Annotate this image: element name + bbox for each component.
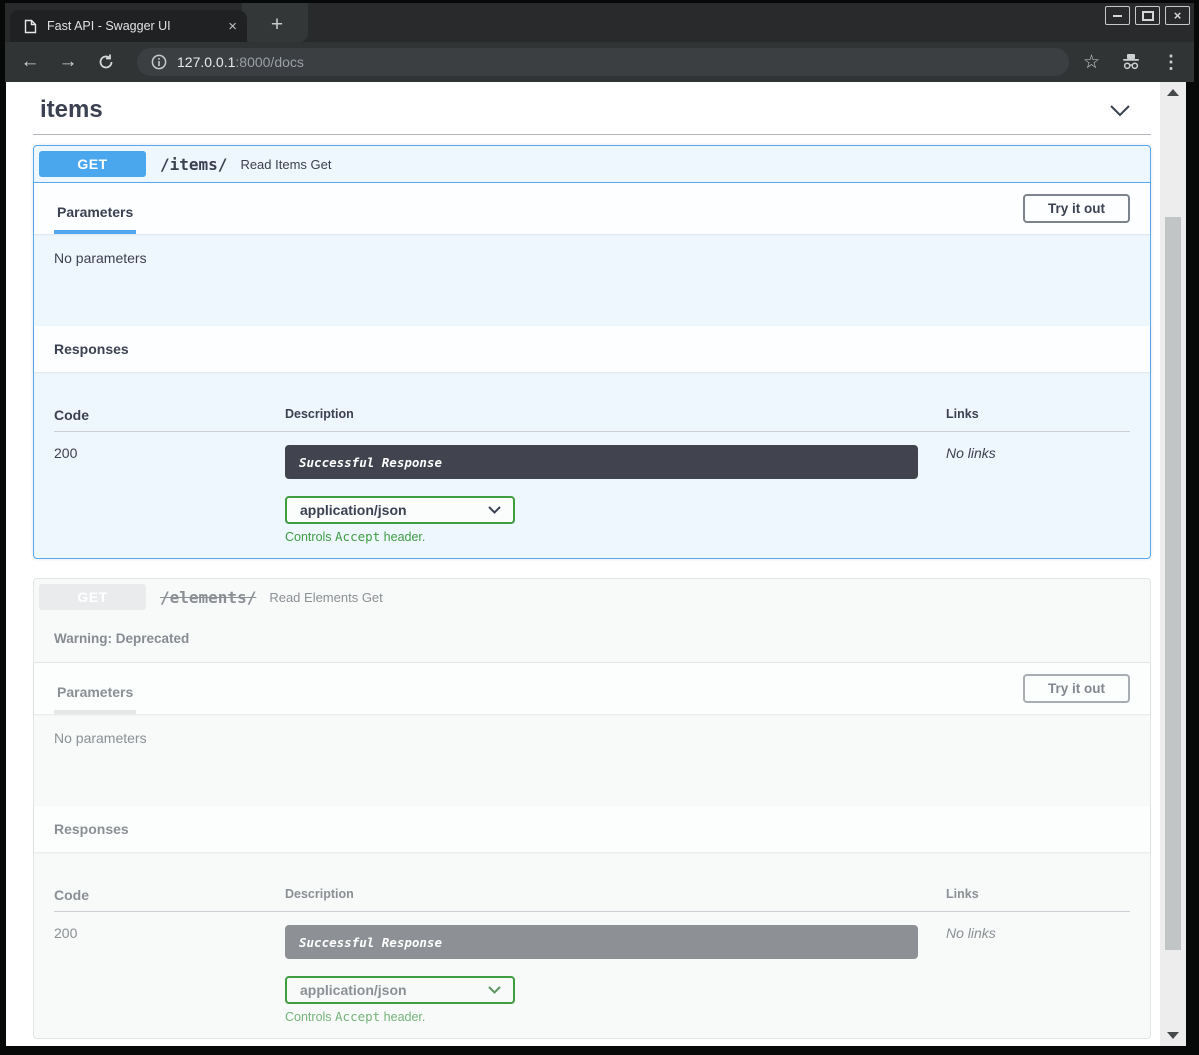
response-row: 200 Successful Response application/json… [54, 912, 1130, 1024]
tab-close-icon[interactable]: × [228, 19, 237, 34]
column-description: Description [285, 407, 946, 423]
window-close-button[interactable]: × [1165, 6, 1190, 25]
forward-button[interactable]: → [57, 51, 79, 73]
new-tab-button[interactable]: + [263, 11, 291, 39]
page-favicon-icon [24, 19, 37, 34]
window-maximize-button[interactable] [1135, 6, 1160, 25]
opblock-summary[interactable]: GET /items/ Read Items Get [34, 146, 1150, 183]
site-info-icon[interactable] [151, 54, 167, 70]
media-type-value: application/json [300, 502, 407, 518]
response-description-banner: Successful Response [285, 925, 918, 959]
note-prefix: Controls [285, 1010, 335, 1024]
scrollbar-thumb[interactable] [1165, 217, 1181, 950]
opblock-summary[interactable]: GET /elements/ Read Elements Get [34, 579, 1150, 615]
tag-section-header[interactable]: items [33, 82, 1151, 135]
minimize-icon [1113, 15, 1122, 17]
deprecated-warning: Warning: Deprecated [34, 615, 1150, 663]
browser-menu-icon[interactable]: ⋮ [1162, 52, 1180, 73]
response-row: 200 Successful Response application/json… [54, 432, 1130, 544]
responses-table: Code Description Links 200 Successful Re… [34, 852, 1150, 1038]
url-path: :8000/docs [235, 54, 304, 70]
column-description: Description [285, 887, 946, 903]
no-parameters-text: No parameters [34, 234, 1150, 326]
media-type-select[interactable]: application/json [285, 496, 515, 524]
endpoint-path: /elements/ [160, 588, 256, 607]
responses-title: Responses [54, 821, 129, 837]
scrollbar-up-arrow-icon[interactable] [1167, 89, 1179, 96]
try-it-out-button[interactable]: Try it out [1023, 674, 1130, 703]
response-description-cell: Successful Response application/json Con… [285, 925, 946, 1024]
opblock-get-elements-deprecated: GET /elements/ Read Elements Get Warning… [33, 578, 1151, 1039]
parameters-header: Parameters Try it out [34, 183, 1150, 234]
response-code: 200 [54, 925, 285, 1024]
response-description-cell: Successful Response application/json Con… [285, 445, 946, 544]
endpoint-path: /items/ [160, 155, 227, 174]
responses-header: Responses [34, 326, 1150, 372]
endpoint-summary: Read Items Get [240, 157, 331, 172]
note-prefix: Controls [285, 530, 335, 544]
url-host: 127.0.0.1 [177, 54, 235, 70]
swagger-ui: items GET /items/ Read Items Get Paramet… [6, 82, 1160, 1046]
close-icon: × [1174, 9, 1182, 22]
column-links: Links [946, 407, 1132, 423]
accept-header-note: Controls Accept header. [285, 529, 946, 544]
reload-button[interactable] [95, 53, 117, 71]
url-text: 127.0.0.1:8000/docs [177, 54, 304, 70]
response-description-banner: Successful Response [285, 445, 918, 479]
method-badge: GET [39, 584, 146, 610]
accept-header-note: Controls Accept header. [285, 1009, 946, 1024]
bookmark-star-icon[interactable]: ☆ [1083, 51, 1100, 74]
window-minimize-button[interactable] [1105, 6, 1130, 25]
responses-table-head: Code Description Links [54, 407, 1130, 432]
select-chevron-icon [488, 506, 501, 514]
no-parameters-text: No parameters [34, 714, 1150, 806]
response-code: 200 [54, 445, 285, 544]
collapse-chevron-icon[interactable] [1109, 104, 1131, 117]
tab-title: Fast API - Swagger UI [47, 19, 220, 33]
note-suffix: header. [380, 1010, 425, 1024]
column-links: Links [946, 887, 1132, 903]
responses-header: Responses [34, 806, 1150, 852]
media-type-value: application/json [300, 982, 407, 998]
media-type-select[interactable]: application/json [285, 976, 515, 1004]
try-it-out-button[interactable]: Try it out [1023, 194, 1130, 223]
parameters-header: Parameters Try it out [34, 663, 1150, 714]
window-controls: × [1105, 6, 1190, 25]
note-code: Accept [335, 1009, 380, 1024]
maximize-icon [1142, 11, 1154, 21]
responses-table-head: Code Description Links [54, 887, 1130, 912]
column-code: Code [54, 407, 285, 423]
scrollbar-down-arrow-icon[interactable] [1167, 1032, 1179, 1039]
parameters-tab[interactable]: Parameters [54, 204, 136, 234]
endpoint-summary: Read Elements Get [269, 590, 382, 605]
page-content: items GET /items/ Read Items Get Paramet… [6, 82, 1186, 1046]
note-suffix: header. [380, 530, 425, 544]
response-links: No links [946, 445, 1132, 544]
note-code: Accept [335, 529, 380, 544]
url-bar[interactable]: 127.0.0.1:8000/docs [137, 48, 1069, 76]
opblock-get-items: GET /items/ Read Items Get Parameters Tr… [33, 145, 1151, 559]
method-badge: GET [39, 151, 146, 177]
responses-title: Responses [54, 341, 129, 357]
parameters-tab[interactable]: Parameters [54, 684, 136, 714]
back-button[interactable]: ← [19, 51, 41, 73]
incognito-icon [1120, 53, 1142, 71]
select-chevron-icon [488, 986, 501, 994]
responses-table: Code Description Links 200 Successful Re… [34, 372, 1150, 558]
browser-toolbar: ← → 127.0.0.1:8000/docs ☆ ⋮ [5, 42, 1194, 82]
browser-tab[interactable]: Fast API - Swagger UI × [10, 10, 247, 42]
column-code: Code [54, 887, 285, 903]
tag-title: items [40, 96, 103, 124]
response-links: No links [946, 925, 1132, 1024]
browser-titlebar: Fast API - Swagger UI × + × [5, 3, 1194, 42]
page-scrollbar[interactable] [1160, 82, 1186, 1046]
